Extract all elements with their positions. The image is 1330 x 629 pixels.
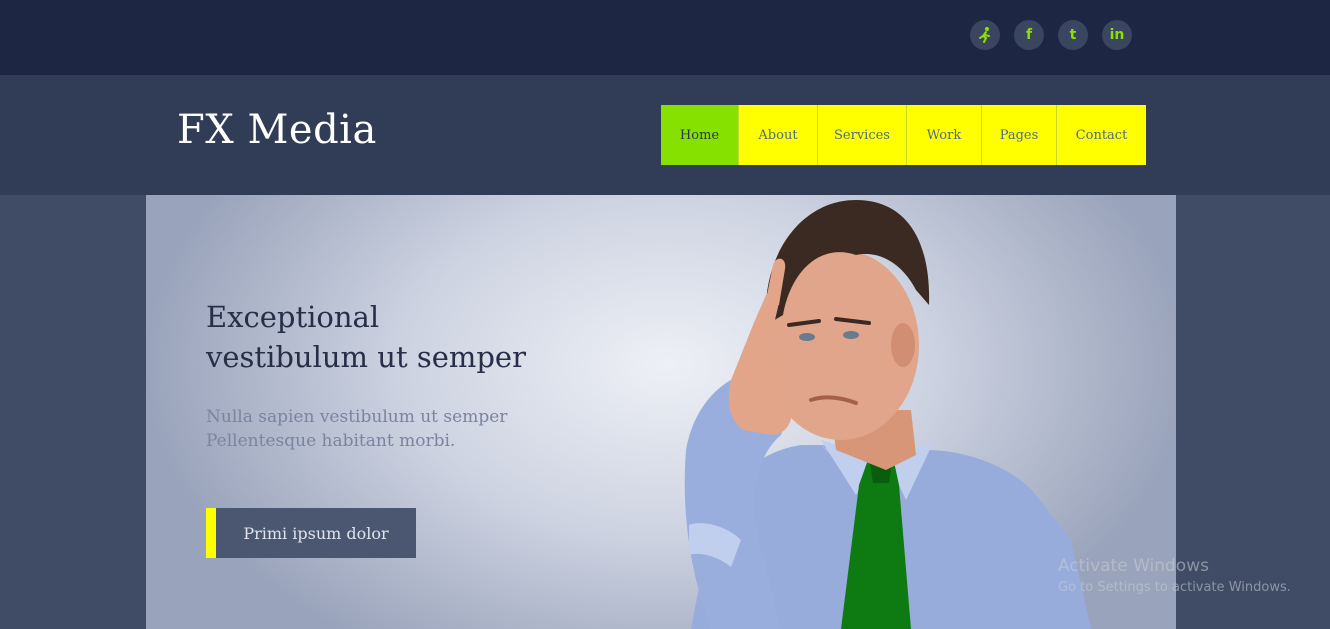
- top-bar: f t in: [0, 0, 1330, 75]
- watermark-subtitle: Go to Settings to activate Windows.: [1058, 580, 1291, 595]
- nav-services[interactable]: Services: [818, 105, 907, 165]
- twitter-glyph: t: [1069, 27, 1077, 43]
- nav-contact[interactable]: Contact: [1057, 105, 1146, 165]
- nav-home[interactable]: Home: [661, 105, 739, 165]
- twitter-icon[interactable]: t: [1058, 20, 1088, 50]
- hero-title-line2: vestibulum ut semper: [206, 340, 526, 374]
- linkedin-glyph: in: [1109, 27, 1125, 43]
- hero-subtitle-line2: Pellentesque habitant morbi.: [206, 431, 456, 451]
- hero-title: Exceptional vestibulum ut semper: [206, 297, 526, 377]
- main-nav: Home About Services Work Pages Contact: [661, 105, 1146, 165]
- hero-title-line1: Exceptional: [206, 300, 380, 334]
- facebook-glyph: f: [1025, 27, 1033, 43]
- thinking-businessman-image: [684, 200, 1091, 629]
- social-links: f t in: [970, 20, 1132, 50]
- hero-banner: Exceptional vestibulum ut semper Nulla s…: [146, 195, 1176, 629]
- hero-subtitle-line1: Nulla sapien vestibulum ut semper: [206, 407, 508, 427]
- site-logo[interactable]: FX Media: [177, 107, 377, 153]
- nav-work[interactable]: Work: [907, 105, 982, 165]
- facebook-icon[interactable]: f: [1014, 20, 1044, 50]
- aim-runner-icon[interactable]: [970, 20, 1000, 50]
- linkedin-icon[interactable]: in: [1102, 20, 1132, 50]
- nav-about[interactable]: About: [739, 105, 818, 165]
- hero-subtitle: Nulla sapien vestibulum ut semper Pellen…: [206, 405, 507, 453]
- header: FX Media Home About Services Work Pages …: [0, 75, 1330, 195]
- hero-cta-button[interactable]: Primi ipsum dolor: [206, 508, 416, 558]
- watermark-title: Activate Windows: [1058, 556, 1209, 576]
- nav-pages[interactable]: Pages: [982, 105, 1057, 165]
- activate-windows-watermark: Activate Windows Go to Settings to activ…: [1058, 556, 1291, 595]
